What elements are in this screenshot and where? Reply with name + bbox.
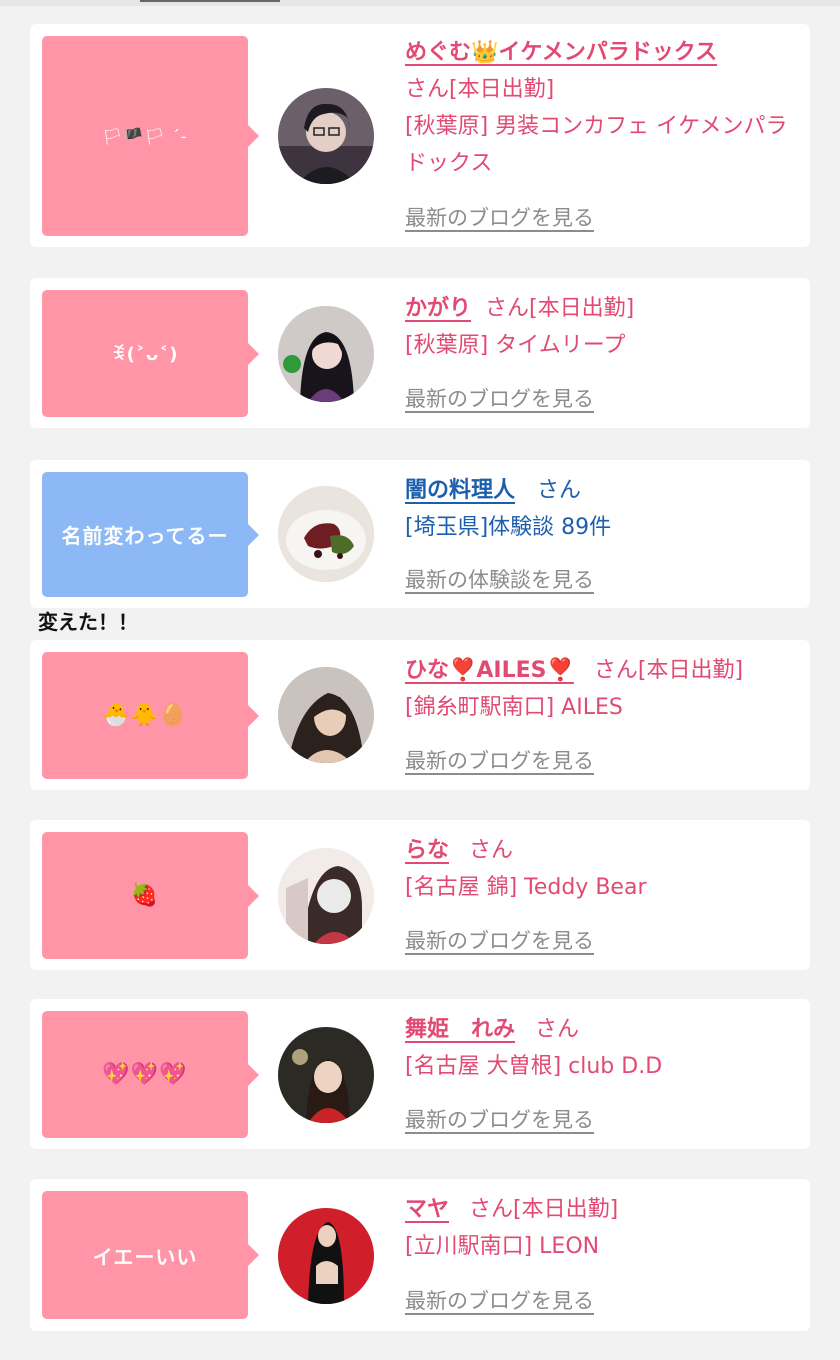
active-tab-indicator [140, 0, 280, 2]
user-info: マヤ さん[本日出勤] [立川駅南口] LEON [405, 1191, 790, 1265]
user-location: [秋葉原] 男装コンカフェ イケメンパラドックス [405, 114, 788, 176]
user-info: ひな❣️AILES❣️ さん[本日出勤] [錦糸町駅南口] AILES [405, 652, 790, 726]
latest-blog-link[interactable]: 最新のブログを見る [405, 925, 594, 955]
user-location: [名古屋 錦] Teddy Bear [405, 875, 647, 900]
latest-blog-link[interactable]: 最新のブログを見る [405, 1285, 594, 1315]
comment-bubble: ꉂ(˃ᴗ˂) [42, 290, 259, 417]
user-name-link[interactable]: マヤ [405, 1197, 449, 1222]
user-name-link[interactable]: めぐむ👑イケメンパラドックス [405, 40, 717, 65]
comment-text: イエーいい [92, 1244, 198, 1269]
comment-text: 💖💖💖 [102, 1062, 188, 1087]
user-card: 💖💖💖 舞姫 れみ さん [名古屋 大曽根] club D.D 最新のブログを見る [30, 999, 810, 1149]
user-info: 舞姫 れみ さん [名古屋 大曽根] club D.D [405, 1011, 790, 1085]
user-info: かがり さん[本日出勤] [秋葉原] タイムリープ [405, 290, 790, 364]
comment-text: 🏳🏴🏳 ´- [102, 126, 188, 146]
user-card: ꉂ(˃ᴗ˂) かがり さん[本日出勤] [秋葉原] タイムリープ 最新のブログを見… [30, 278, 810, 428]
user-card: 🏳🏴🏳 ´- めぐむ👑イケメンパラドックス さん[本日出勤] [秋葉原] 男装コ… [30, 24, 810, 247]
avatar[interactable] [278, 88, 374, 184]
user-info: めぐむ👑イケメンパラドックス さん[本日出勤] [秋葉原] 男装コンカフェ イケ… [405, 34, 790, 182]
user-name-link[interactable]: ひな❣️AILES❣️ [405, 658, 574, 683]
user-name-link[interactable]: かがり [405, 296, 471, 321]
comment-bubble: 💖💖💖 [42, 1011, 259, 1138]
user-status: さん[本日出勤] [485, 296, 635, 321]
user-name-link[interactable]: らな [405, 838, 449, 863]
latest-blog-link[interactable]: 最新のブログを見る [405, 1104, 594, 1134]
latest-blog-link[interactable]: 最新のブログを見る [405, 383, 594, 413]
user-name-link[interactable]: 舞姫 れみ [405, 1017, 515, 1042]
latest-blog-link[interactable]: 最新のブログを見る [405, 202, 594, 232]
comment-text: 🍓 [130, 883, 160, 908]
user-location: [秋葉原] タイムリープ [405, 333, 626, 358]
user-location: [立川駅南口] LEON [405, 1234, 600, 1259]
user-card: イエーいい マヤ さん[本日出勤] [立川駅南口] LEON 最新のブログを見る [30, 1179, 810, 1331]
user-info: らな さん [名古屋 錦] Teddy Bear [405, 832, 790, 906]
user-card: 🐣🐥🥚 ひな❣️AILES❣️ さん[本日出勤] [錦糸町駅南口] AILES 最… [30, 640, 810, 790]
user-status: さん [537, 478, 582, 503]
comment-text: 🐣🐥🥚 [102, 703, 188, 728]
comment-bubble: 名前変わってるー [42, 472, 259, 597]
comment-bubble: 🍓 [42, 832, 259, 959]
comment-bubble: 🏳🏴🏳 ´- [42, 36, 259, 236]
latest-experience-link[interactable]: 最新の体験談を見る [405, 564, 594, 594]
avatar[interactable] [278, 1208, 374, 1304]
user-name-link[interactable]: 闇の料理人 [405, 478, 515, 503]
user-location: [名古屋 大曽根] club D.D [405, 1054, 663, 1079]
user-location: [錦糸町駅南口] AILES [405, 695, 623, 720]
comment-bubble: 🐣🐥🥚 [42, 652, 259, 779]
user-info: 闇の料理人 さん [埼玉県]体験談 89件 [405, 472, 790, 546]
user-status: さん[本日出勤] [469, 1197, 619, 1222]
top-tab-bar [0, 0, 840, 6]
avatar[interactable] [278, 486, 374, 582]
comment-bubble: イエーいい [42, 1191, 259, 1319]
comment-text: 名前変わってるー [61, 524, 229, 548]
latest-blog-link[interactable]: 最新のブログを見る [405, 745, 594, 775]
user-status: さん [469, 838, 514, 863]
user-status: さん[本日出勤] [593, 658, 744, 683]
user-card: 🍓 らな さん [名古屋 錦] Teddy Bear 最新のブログを見る [30, 820, 810, 970]
user-card: 名前変わってるー 闇の料理人 さん [埼玉県]体験談 89件 最新の体験談を見る [30, 460, 810, 608]
user-location: [埼玉県]体験談 89件 [405, 515, 612, 540]
avatar[interactable] [278, 306, 374, 402]
avatar[interactable] [278, 1027, 374, 1123]
avatar[interactable] [278, 848, 374, 944]
comment-text: ꉂ(˃ᴗ˂) [111, 344, 179, 365]
avatar[interactable] [278, 667, 374, 763]
user-status: さん [535, 1017, 580, 1042]
comment-note: 変えた！！ [38, 610, 138, 634]
user-status: さん[本日出勤] [405, 77, 555, 102]
